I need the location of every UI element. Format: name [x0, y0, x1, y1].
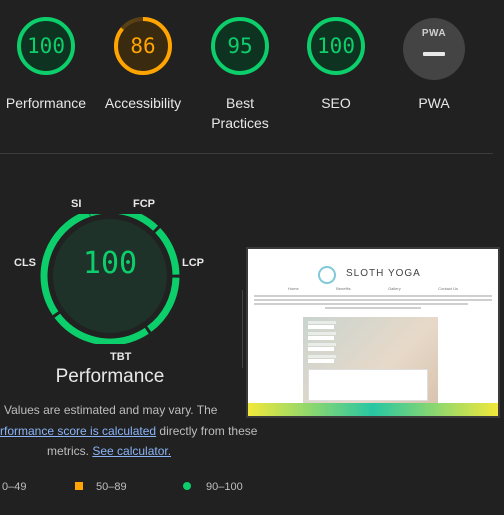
metric-tbt-label: TBT	[110, 351, 132, 363]
accessibility-score: 86	[130, 34, 156, 58]
estimate-note-line1: Values are estimated and may vary. The	[4, 403, 218, 417]
final-screenshot[interactable]: SLOTH YOGA Home Benefits Gallery Contact…	[246, 247, 500, 418]
seo-label[interactable]: SEO	[281, 93, 391, 113]
nav-home[interactable]: Home	[288, 286, 299, 291]
performance-big-score: 100	[82, 246, 138, 281]
metric-fcp-label: FCP	[133, 198, 155, 210]
gauge-seo[interactable]: 100	[306, 16, 366, 76]
metric-lcp-label: LCP	[182, 257, 204, 269]
legend-average: 50–89	[75, 481, 127, 493]
legend-pass-range: 90–100	[206, 481, 243, 493]
best-practices-label-line2: Practices	[211, 115, 269, 131]
site-footer	[248, 403, 498, 416]
legend-fail-range: 0–49	[2, 481, 27, 493]
site-nav: Home Benefits Gallery Contact Us	[288, 286, 458, 291]
gauge-best-practices[interactable]: 95	[210, 16, 270, 76]
site-brand: SLOTH YOGA	[346, 268, 421, 279]
performance-score: 100	[27, 34, 65, 58]
gauge-performance[interactable]: 100	[16, 16, 76, 76]
metric-si-label: SI	[71, 198, 82, 210]
legend-pass-circle-icon	[183, 482, 191, 490]
seo-score: 100	[317, 34, 355, 58]
nav-contact[interactable]: Contact Us	[438, 286, 458, 291]
legend-average-square-icon	[75, 482, 83, 490]
estimate-note-text: directly from these	[156, 424, 258, 438]
estimate-note-line3: metrics. See calculator.	[47, 441, 171, 461]
section-divider	[0, 153, 493, 154]
intro-paragraph	[254, 295, 492, 309]
pwa-label[interactable]: PWA	[379, 93, 489, 113]
legend-average-range: 50–89	[96, 481, 127, 493]
legend-pass: 90–100	[183, 481, 243, 493]
metrics-text: metrics.	[47, 444, 93, 458]
gauge-accessibility[interactable]: 86	[113, 16, 173, 76]
contact-form	[303, 317, 438, 405]
nav-benefits[interactable]: Benefits	[336, 286, 350, 291]
best-practices-label-line1: Best	[225, 95, 254, 111]
see-calculator-link[interactable]: See calculator.	[92, 444, 171, 458]
metric-cls-label: CLS	[14, 257, 36, 269]
best-practices-score: 95	[227, 34, 253, 58]
best-practices-label[interactable]: Best Practices	[185, 93, 295, 133]
sloth-yoga-logo	[318, 266, 336, 284]
estimate-note-line2: rformance score is calculated directly f…	[0, 421, 257, 441]
performance-label[interactable]: Performance	[0, 93, 101, 113]
accessibility-label[interactable]: Accessibility	[88, 93, 198, 113]
vertical-divider	[242, 290, 243, 368]
gauge-pwa[interactable]: PWA	[403, 18, 465, 80]
legend-fail: 0–49	[2, 481, 26, 493]
pwa-badge-text: PWA	[421, 28, 447, 39]
nav-gallery[interactable]: Gallery	[388, 286, 401, 291]
performance-title: Performance	[55, 366, 165, 387]
performance-score-link[interactable]: rformance score is calculated	[0, 424, 156, 438]
